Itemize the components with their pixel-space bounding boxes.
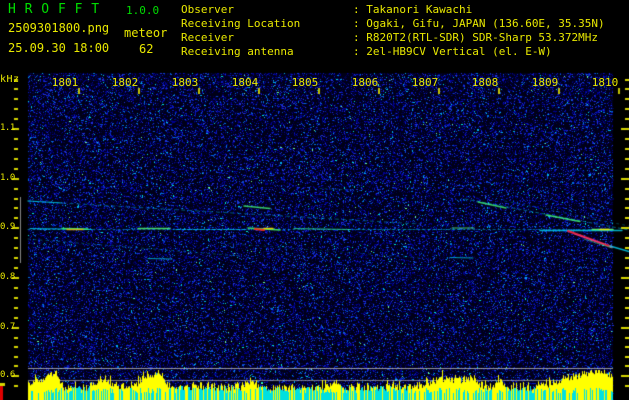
info-label: Receiving Location (181, 17, 301, 30)
info-row-antenna: Receiving antenna: 2el-HB9CV Vertical (e… (181, 45, 605, 59)
spectrogram-canvas (0, 0, 629, 400)
app-title: H R O F F T (8, 2, 100, 17)
info-label: Observer (181, 3, 234, 16)
info-value: 2el-HB9CV Vertical (el. E-W) (366, 45, 552, 58)
output-filename: 2509301800.png (8, 21, 110, 35)
observation-datetime: 25.09.30 18:00 (8, 41, 110, 55)
app-version: 1.0.0 (126, 4, 160, 17)
mode-label: meteor (124, 26, 168, 40)
info-row-observer: Observer: Takanori Kawachi (181, 3, 605, 17)
info-row-receiver: Receiver: R820T2(RTL-SDR) SDR-Sharp 53.3… (181, 31, 605, 45)
y-axis-unit: kHz (0, 74, 20, 85)
info-label: Receiver (181, 31, 234, 44)
info-label: Receiving antenna (181, 45, 294, 58)
info-colon: : (353, 31, 367, 44)
station-info: Observer: Takanori Kawachi Receiving Loc… (181, 3, 605, 59)
info-value: R820T2(RTL-SDR) SDR-Sharp 53.372MHz (366, 31, 599, 44)
info-colon: : (353, 45, 367, 58)
meteor-count: 62 (139, 42, 154, 56)
info-colon: : (353, 17, 367, 30)
info-row-location: Receiving Location: Ogaki, Gifu, JAPAN (… (181, 17, 605, 31)
info-value: Ogaki, Gifu, JAPAN (136.60E, 35.35N) (366, 17, 605, 30)
hrofft-screenshot: H R O F F T 1.0.0 2509301800.png meteor … (0, 0, 629, 400)
info-colon: : (353, 3, 367, 16)
info-value: Takanori Kawachi (366, 3, 473, 16)
